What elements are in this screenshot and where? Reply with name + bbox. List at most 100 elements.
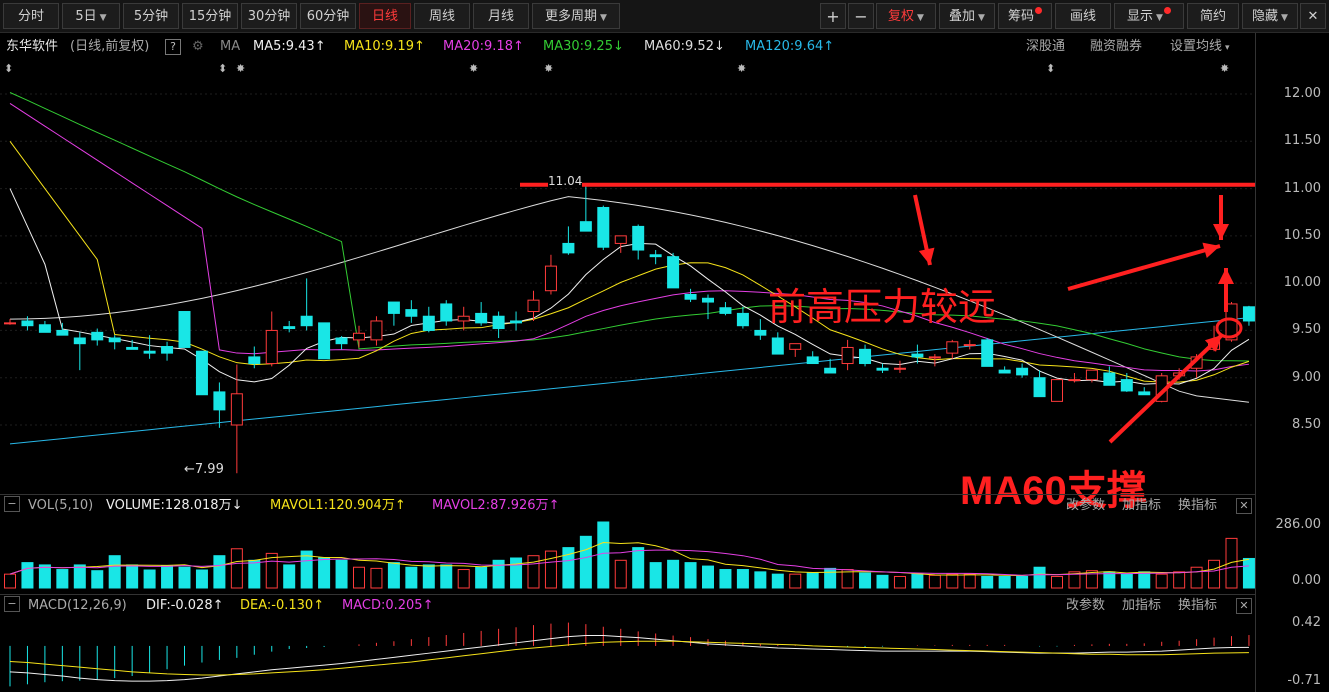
volume-bar — [161, 565, 174, 589]
candle-body — [4, 322, 16, 325]
volume-bar — [510, 557, 523, 589]
simple-mode-button[interactable]: 简约 — [1187, 3, 1239, 29]
price-tick: 11.50 — [1283, 133, 1321, 149]
candle-body — [824, 367, 837, 374]
volume-bar — [405, 566, 418, 589]
macd-swap-indicator-link[interactable]: 换指标 — [1178, 596, 1217, 616]
hide-dropdown[interactable]: 隐藏 ▼ — [1242, 3, 1298, 29]
volume-bar — [492, 559, 505, 589]
overlay-dropdown[interactable]: 叠加 ▼ — [939, 3, 995, 29]
close-volume-icon[interactable]: ✕ — [1236, 498, 1252, 514]
volume-bar — [667, 559, 680, 589]
volume-bar — [1155, 573, 1168, 589]
volume-bar — [946, 573, 959, 589]
volume-bar — [597, 521, 610, 589]
volume-bar — [1120, 573, 1133, 589]
close-macd-icon[interactable]: ✕ — [1236, 598, 1252, 614]
tab-15min[interactable]: 15分钟 — [182, 3, 238, 29]
tab-60min[interactable]: 60分钟 — [300, 3, 356, 29]
pressure-annotation: 前高压力较远 — [768, 285, 997, 329]
candle-body — [736, 312, 749, 327]
macd-value: MACD:0.205↑ — [342, 598, 434, 613]
candle-body — [126, 346, 139, 350]
high-price-mark: 11.04 — [548, 174, 583, 188]
chevron-down-icon: ▾ — [1225, 43, 1230, 53]
macd-params-link[interactable]: 改参数 — [1066, 596, 1105, 616]
candle-body — [283, 326, 296, 330]
candle-body — [579, 221, 592, 232]
more-periods-dropdown[interactable]: 更多周期 ▼ — [532, 3, 620, 29]
zoom-in-button[interactable]: + — [820, 3, 846, 29]
vol-params-link[interactable]: 改参数 — [1066, 496, 1105, 516]
volume-bar — [1173, 571, 1186, 589]
volume-bar — [1225, 537, 1238, 589]
display-dropdown[interactable]: 显示 ▼ — [1114, 3, 1184, 29]
tab-5day[interactable]: 5日 ▼ — [62, 3, 120, 29]
volume-bar — [911, 573, 924, 589]
tab-monthly[interactable]: 月线 — [473, 3, 529, 29]
candle-body — [876, 367, 889, 371]
collapse-volume-button[interactable]: − — [4, 496, 20, 512]
price-tick: 11.00 — [1283, 180, 1321, 196]
notification-dot-icon — [1035, 7, 1042, 14]
tab-intraday[interactable]: 分时 — [3, 3, 59, 29]
macd-axis-bottom: -0.71 — [1287, 673, 1321, 688]
candle-body — [963, 344, 976, 347]
price-axis: 12.00 11.50 11.00 10.50 10.00 9.50 9.00 8.50 28… — [1255, 33, 1329, 692]
zoom-out-button[interactable]: − — [848, 3, 874, 29]
macd-add-indicator-link[interactable]: 加指标 — [1122, 596, 1161, 616]
price-tick: 8.50 — [1292, 417, 1321, 432]
sz-connect-link[interactable]: 深股通 — [1026, 35, 1065, 59]
ma5-line — [9, 188, 1250, 385]
fuquan-dropdown[interactable]: 复权 ▼ — [876, 3, 936, 29]
collapse-macd-button[interactable]: − — [4, 596, 20, 612]
candle-body — [1085, 369, 1098, 381]
set-ma-dropdown[interactable]: 设置均线 ▾ — [1170, 35, 1230, 60]
volume-bar — [1103, 571, 1116, 589]
volume-bar — [126, 564, 139, 589]
volume-bar — [440, 564, 453, 589]
candle-body — [544, 265, 557, 292]
volume-bar — [771, 573, 784, 589]
candle-body — [946, 341, 959, 354]
ma120-value: MA120:9.64↑ — [745, 39, 835, 54]
candle-body — [1120, 379, 1133, 392]
vol-swap-indicator-link[interactable]: 换指标 — [1178, 496, 1217, 516]
stock-name: 东华软件 — [6, 39, 59, 54]
volume-bar — [353, 566, 365, 589]
candle-body — [265, 329, 278, 365]
volume-bar — [579, 535, 592, 589]
tab-weekly[interactable]: 周线 — [414, 3, 470, 29]
ma30-value: MA30:9.25↓ — [543, 39, 624, 54]
volume-bar — [178, 566, 191, 589]
tab-5min[interactable]: 5分钟 — [123, 3, 179, 29]
chips-button[interactable]: 筹码 — [998, 3, 1052, 29]
help-icon[interactable]: ? — [165, 39, 181, 55]
candle-body — [248, 356, 261, 365]
volume-bar — [475, 566, 488, 589]
volume-bar — [719, 569, 732, 589]
volume-bar — [230, 548, 243, 589]
tab-30min[interactable]: 30分钟 — [241, 3, 297, 29]
candle-body — [387, 301, 400, 314]
gear-icon[interactable]: ⚙ — [192, 35, 204, 59]
candle-body — [789, 343, 802, 350]
margin-trading-link[interactable]: 融资融券 — [1090, 35, 1142, 59]
tab-daily[interactable]: 日线 — [359, 3, 411, 29]
pressure-arrow-head — [918, 247, 935, 265]
candle-body — [300, 315, 313, 327]
chevron-down-icon: ▼ — [1156, 13, 1163, 23]
restore-button[interactable]: ✕ — [1300, 3, 1326, 29]
candle-body — [1103, 372, 1116, 386]
volume-header: − VOL(5,10) VOLUME:128.018万↓ MAVOL1:120.… — [0, 496, 1255, 516]
candle-body — [108, 337, 121, 343]
volume-bar — [335, 559, 348, 589]
vol-add-indicator-link[interactable]: 加指标 — [1122, 496, 1161, 516]
candle-body — [614, 235, 627, 244]
volume-bar — [806, 572, 819, 589]
panel-separator — [0, 494, 1255, 495]
candle-body — [562, 242, 575, 254]
candle-body — [370, 320, 383, 341]
candle-body — [911, 353, 924, 358]
draw-line-button[interactable]: 画线 — [1055, 3, 1111, 29]
